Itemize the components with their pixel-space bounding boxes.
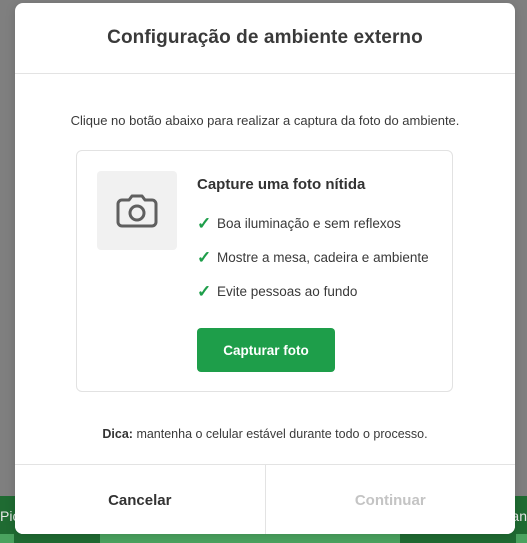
check-icon: ✓ [197, 248, 212, 267]
modal-footer: Cancelar Continuar [15, 464, 515, 534]
card-title: Capture uma foto nítida [197, 176, 366, 193]
tip-text: Dica: mantenha o celular estável durante… [15, 427, 515, 441]
check-item-label: Evite pessoas ao fundo [217, 284, 358, 299]
cancel-button[interactable]: Cancelar [15, 465, 266, 534]
photo-placeholder [97, 171, 177, 250]
continue-button[interactable]: Continuar [265, 465, 515, 534]
check-icon: ✓ [197, 282, 212, 301]
check-item: ✓ Mostre a mesa, cadeira e ambiente [197, 249, 429, 266]
background-bar-right [516, 534, 527, 543]
intro-text: Clique no botão abaixo para realizar a c… [70, 113, 460, 128]
modal-title: Configuração de ambiente externo [107, 27, 423, 48]
tip-label: Dica: [102, 427, 133, 441]
camera-icon [116, 194, 158, 227]
background-bar-middle [100, 534, 400, 543]
check-item-label: Mostre a mesa, cadeira e ambiente [217, 250, 429, 265]
tip-body: mantenha o celular estável durante todo … [132, 427, 428, 441]
external-environment-modal: Configuração de ambiente externo Clique … [15, 3, 515, 534]
check-icon: ✓ [197, 214, 212, 233]
modal-header: Configuração de ambiente externo [15, 3, 515, 74]
capture-card: Capture uma foto nítida ✓ Boa iluminação… [76, 150, 453, 392]
check-item: ✓ Boa iluminação e sem reflexos [197, 215, 401, 232]
background-bar-left [0, 534, 14, 543]
capture-photo-button[interactable]: Capturar foto [197, 328, 335, 372]
check-item-label: Boa iluminação e sem reflexos [217, 216, 401, 231]
check-item: ✓ Evite pessoas ao fundo [197, 283, 357, 300]
